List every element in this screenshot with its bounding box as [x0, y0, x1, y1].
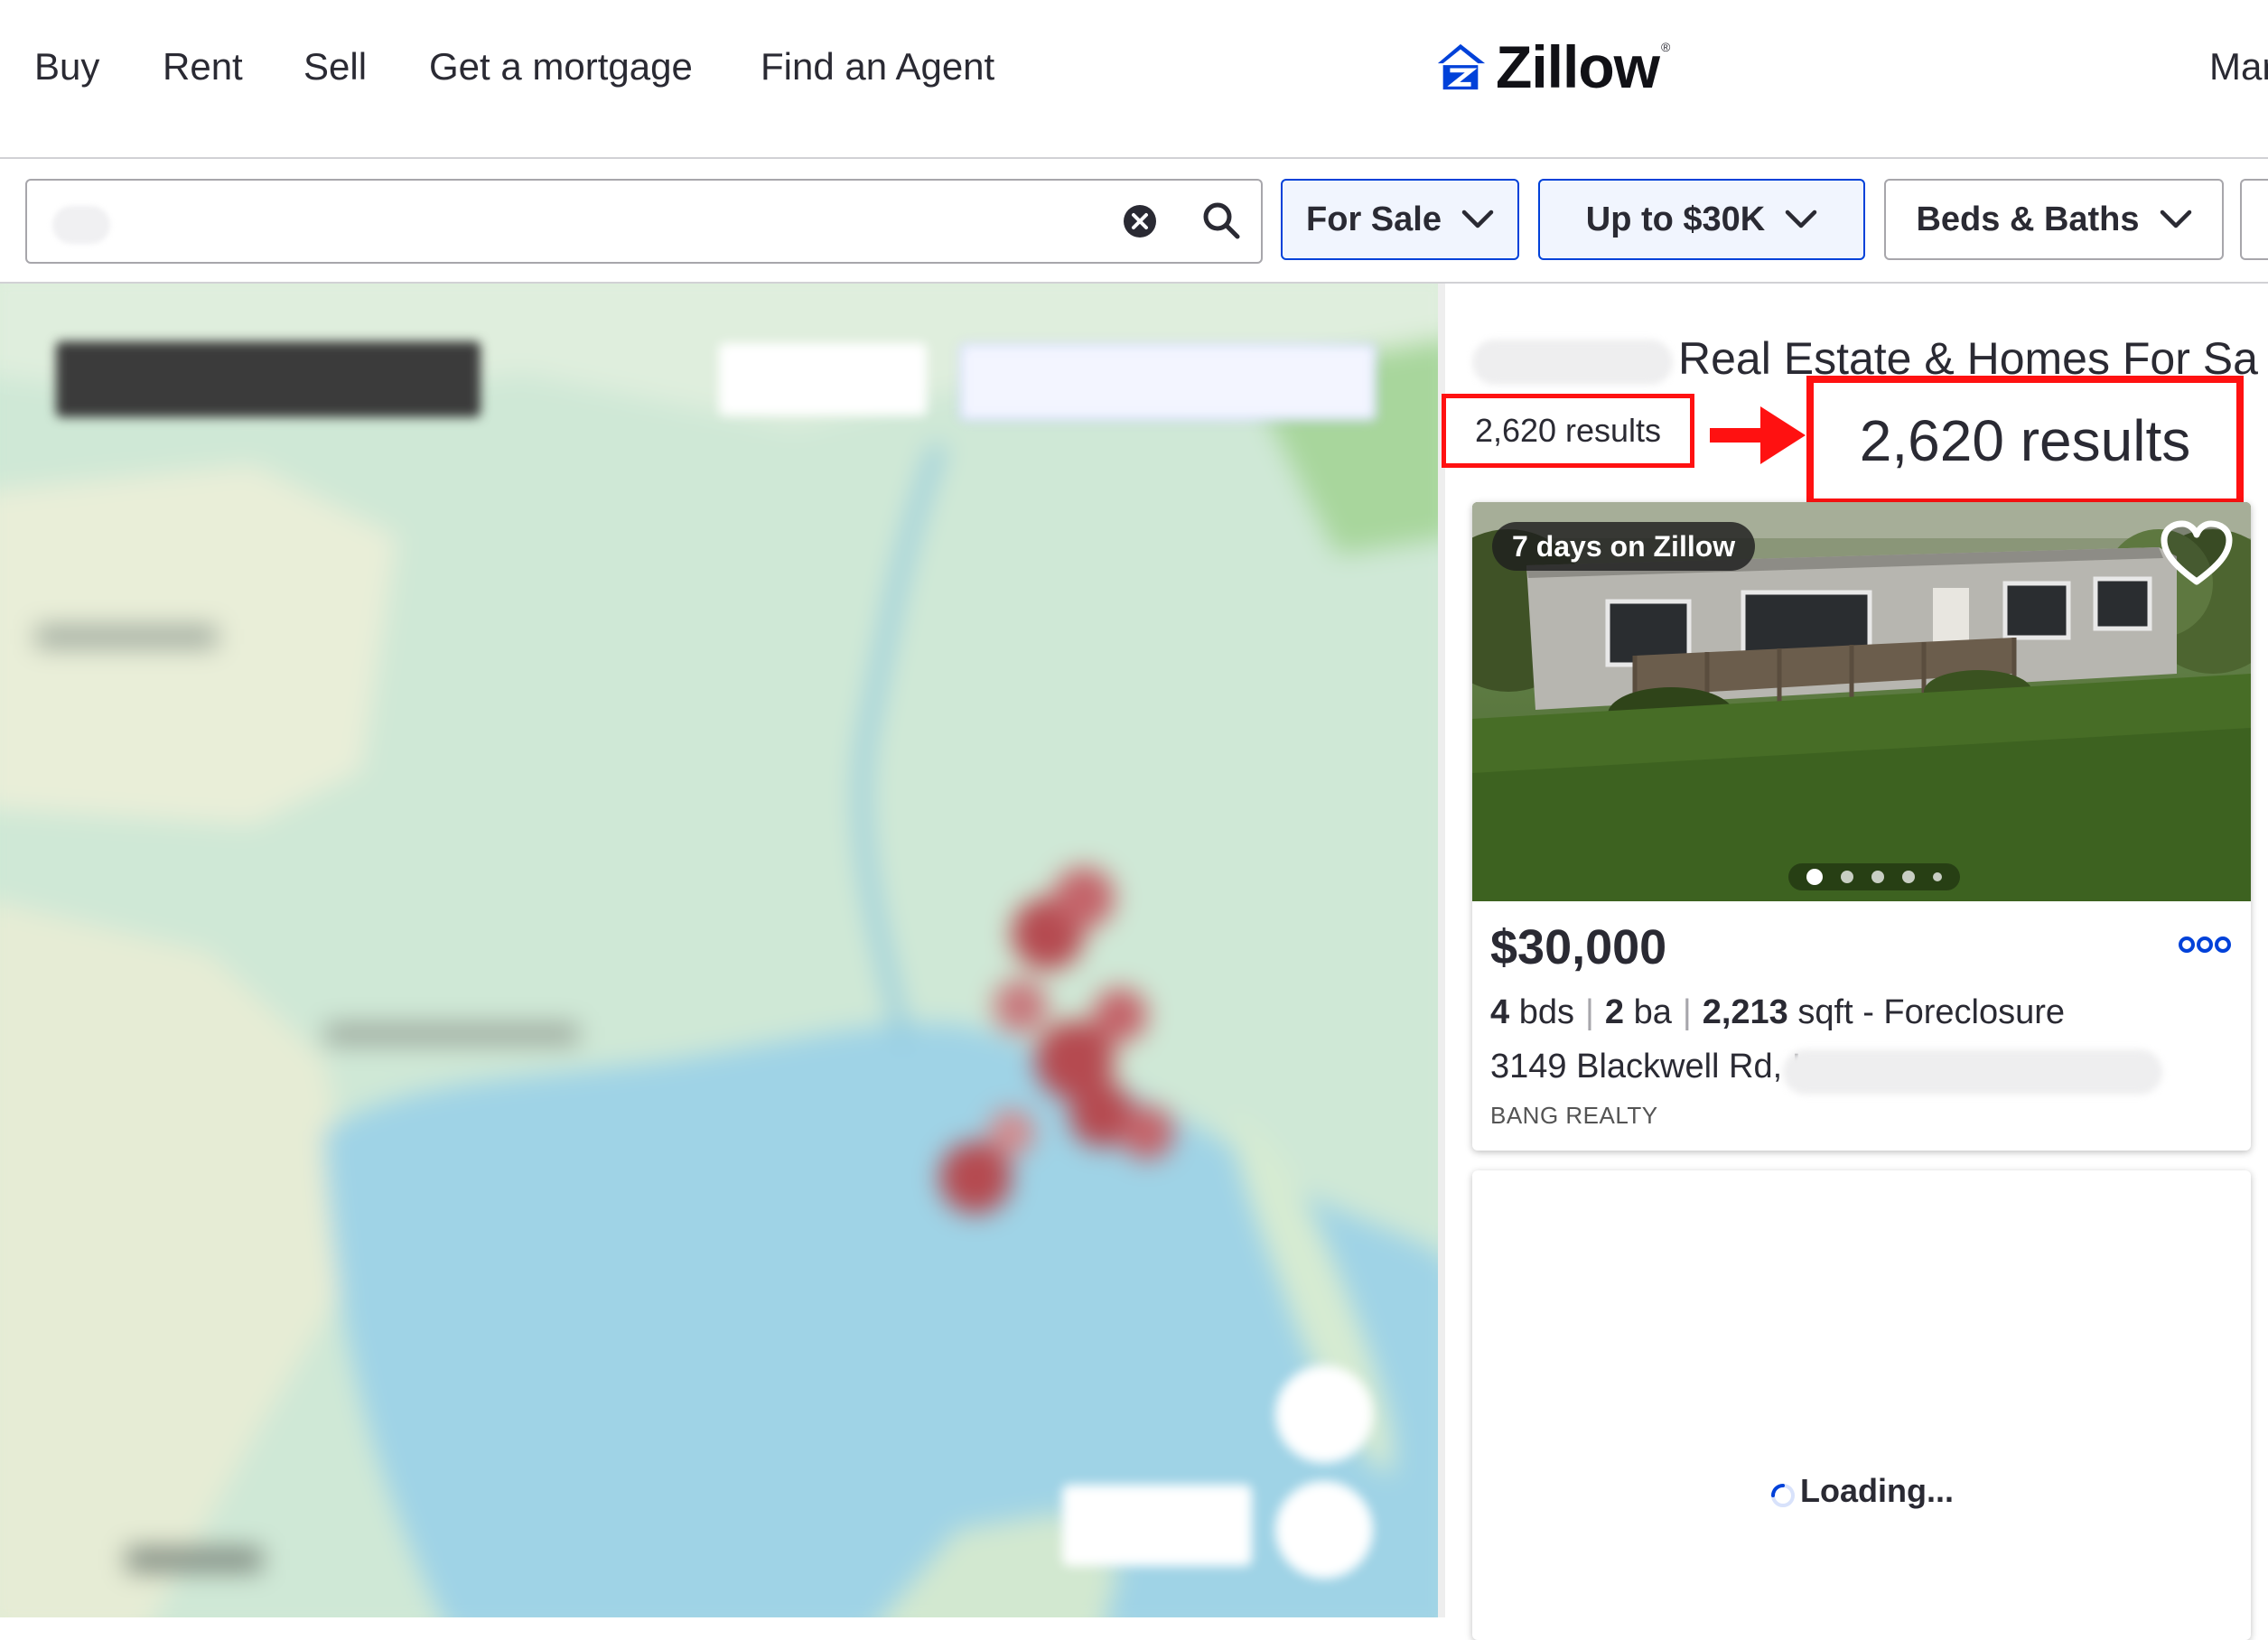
nav-buy[interactable]: Buy — [34, 45, 99, 89]
annotation-arrow-icon — [1710, 406, 1806, 464]
zillow-logo[interactable]: Zillow ® — [1434, 33, 1670, 101]
zoom-in-button[interactable] — [1275, 1365, 1373, 1463]
zoom-out-button[interactable] — [1275, 1481, 1373, 1579]
loading-listing-card: Loading... — [1472, 1170, 2251, 1640]
results-count: 2,620 results — [1442, 394, 1694, 468]
nav-rent[interactable]: Rent — [163, 45, 243, 89]
search-input[interactable] — [25, 179, 1263, 264]
nav-find-agent[interactable]: Find an Agent — [761, 45, 994, 89]
address-redacted — [1783, 1049, 2162, 1095]
listing-type-dropdown[interactable]: For Sale — [1281, 179, 1519, 260]
loading-text: Loading... — [1800, 1472, 1954, 1509]
chevron-down-icon — [1461, 210, 1494, 228]
map-layer-dropdown[interactable] — [719, 343, 927, 415]
nav-sell[interactable]: Sell — [303, 45, 367, 89]
carousel-dot[interactable] — [1841, 871, 1853, 883]
beds-unit: bds — [1518, 993, 1574, 1031]
map-view[interactable] — [0, 284, 1438, 1617]
listing-card[interactable]: 7 days on Zillow $30,000 4 bds | 2 ba | 2,21… — [1472, 502, 2251, 1151]
carousel-dot[interactable] — [1933, 872, 1942, 881]
sqft-unit: sqft — [1797, 993, 1853, 1031]
top-navigation: Buy Rent Sell Get a mortgage Find an Age… — [0, 0, 2268, 159]
logo-registered-mark: ® — [1660, 40, 1671, 54]
more-icon[interactable] — [2179, 934, 2231, 955]
clear-icon[interactable] — [1122, 203, 1158, 239]
beds-baths-label: Beds & Baths — [1916, 200, 2140, 238]
spinner-icon — [1771, 1484, 1795, 1507]
map-type-dropdown[interactable] — [1062, 1485, 1252, 1566]
days-on-zillow-badge: 7 days on Zillow — [1492, 522, 1756, 571]
pane-divider[interactable] — [1438, 284, 1445, 1617]
nav-mortgage[interactable]: Get a mortgage — [429, 45, 693, 89]
listing-broker: BANG REALTY — [1490, 1102, 1658, 1129]
baths-unit: ba — [1633, 993, 1672, 1031]
location-name-redacted — [1472, 340, 1673, 385]
search-icon[interactable] — [1201, 200, 1241, 240]
map-canvas — [0, 284, 1438, 1617]
price-label: Up to $30K — [1585, 200, 1766, 238]
divider: | — [1682, 993, 1692, 1031]
zillow-logo-icon — [1437, 43, 1486, 90]
carousel-dot[interactable] — [1902, 871, 1915, 883]
remove-boundary-button[interactable] — [959, 343, 1377, 421]
beds-baths-dropdown[interactable]: Beds & Baths — [1884, 179, 2224, 260]
listing-type-label: For Sale — [1306, 200, 1442, 238]
baths-count: 2 — [1604, 993, 1624, 1031]
search-filter-bar: For Sale Up to $30K Beds & Baths — [0, 159, 2268, 284]
results-count-zoomed: 2,620 results — [1806, 376, 2244, 506]
loading-indicator: Loading... — [1472, 1472, 2251, 1510]
listing-address[interactable]: 3149 Blackwell Rd, I — [1490, 1048, 1801, 1086]
chevron-down-icon — [2160, 210, 2191, 228]
photo-carousel-dots[interactable] — [1788, 863, 1960, 890]
chevron-down-icon — [1785, 210, 1817, 228]
listing-status: - Foreclosure — [1862, 993, 2066, 1031]
listing-photo[interactable]: 7 days on Zillow — [1472, 502, 2251, 901]
carousel-dot[interactable] — [1871, 871, 1884, 883]
divider: | — [1584, 993, 1594, 1031]
more-filters-partial[interactable] — [2240, 179, 2268, 260]
sqft-count: 2,213 — [1702, 993, 1788, 1031]
search-value-redacted — [52, 206, 110, 244]
heart-icon[interactable] — [2159, 518, 2235, 589]
carousel-dot[interactable] — [1806, 869, 1823, 885]
listing-price: $30,000 — [1490, 920, 1667, 974]
price-dropdown[interactable]: Up to $30K — [1538, 179, 1865, 260]
listing-details: 4 bds | 2 ba | 2,213 sqft - Foreclosure — [1490, 993, 2065, 1032]
zoom-notice-chip — [56, 341, 481, 417]
beds-count: 4 — [1490, 993, 1510, 1031]
nav-manage-rentals-partial[interactable]: Mar — [2209, 45, 2268, 89]
logo-wordmark: Zillow — [1496, 33, 1660, 100]
